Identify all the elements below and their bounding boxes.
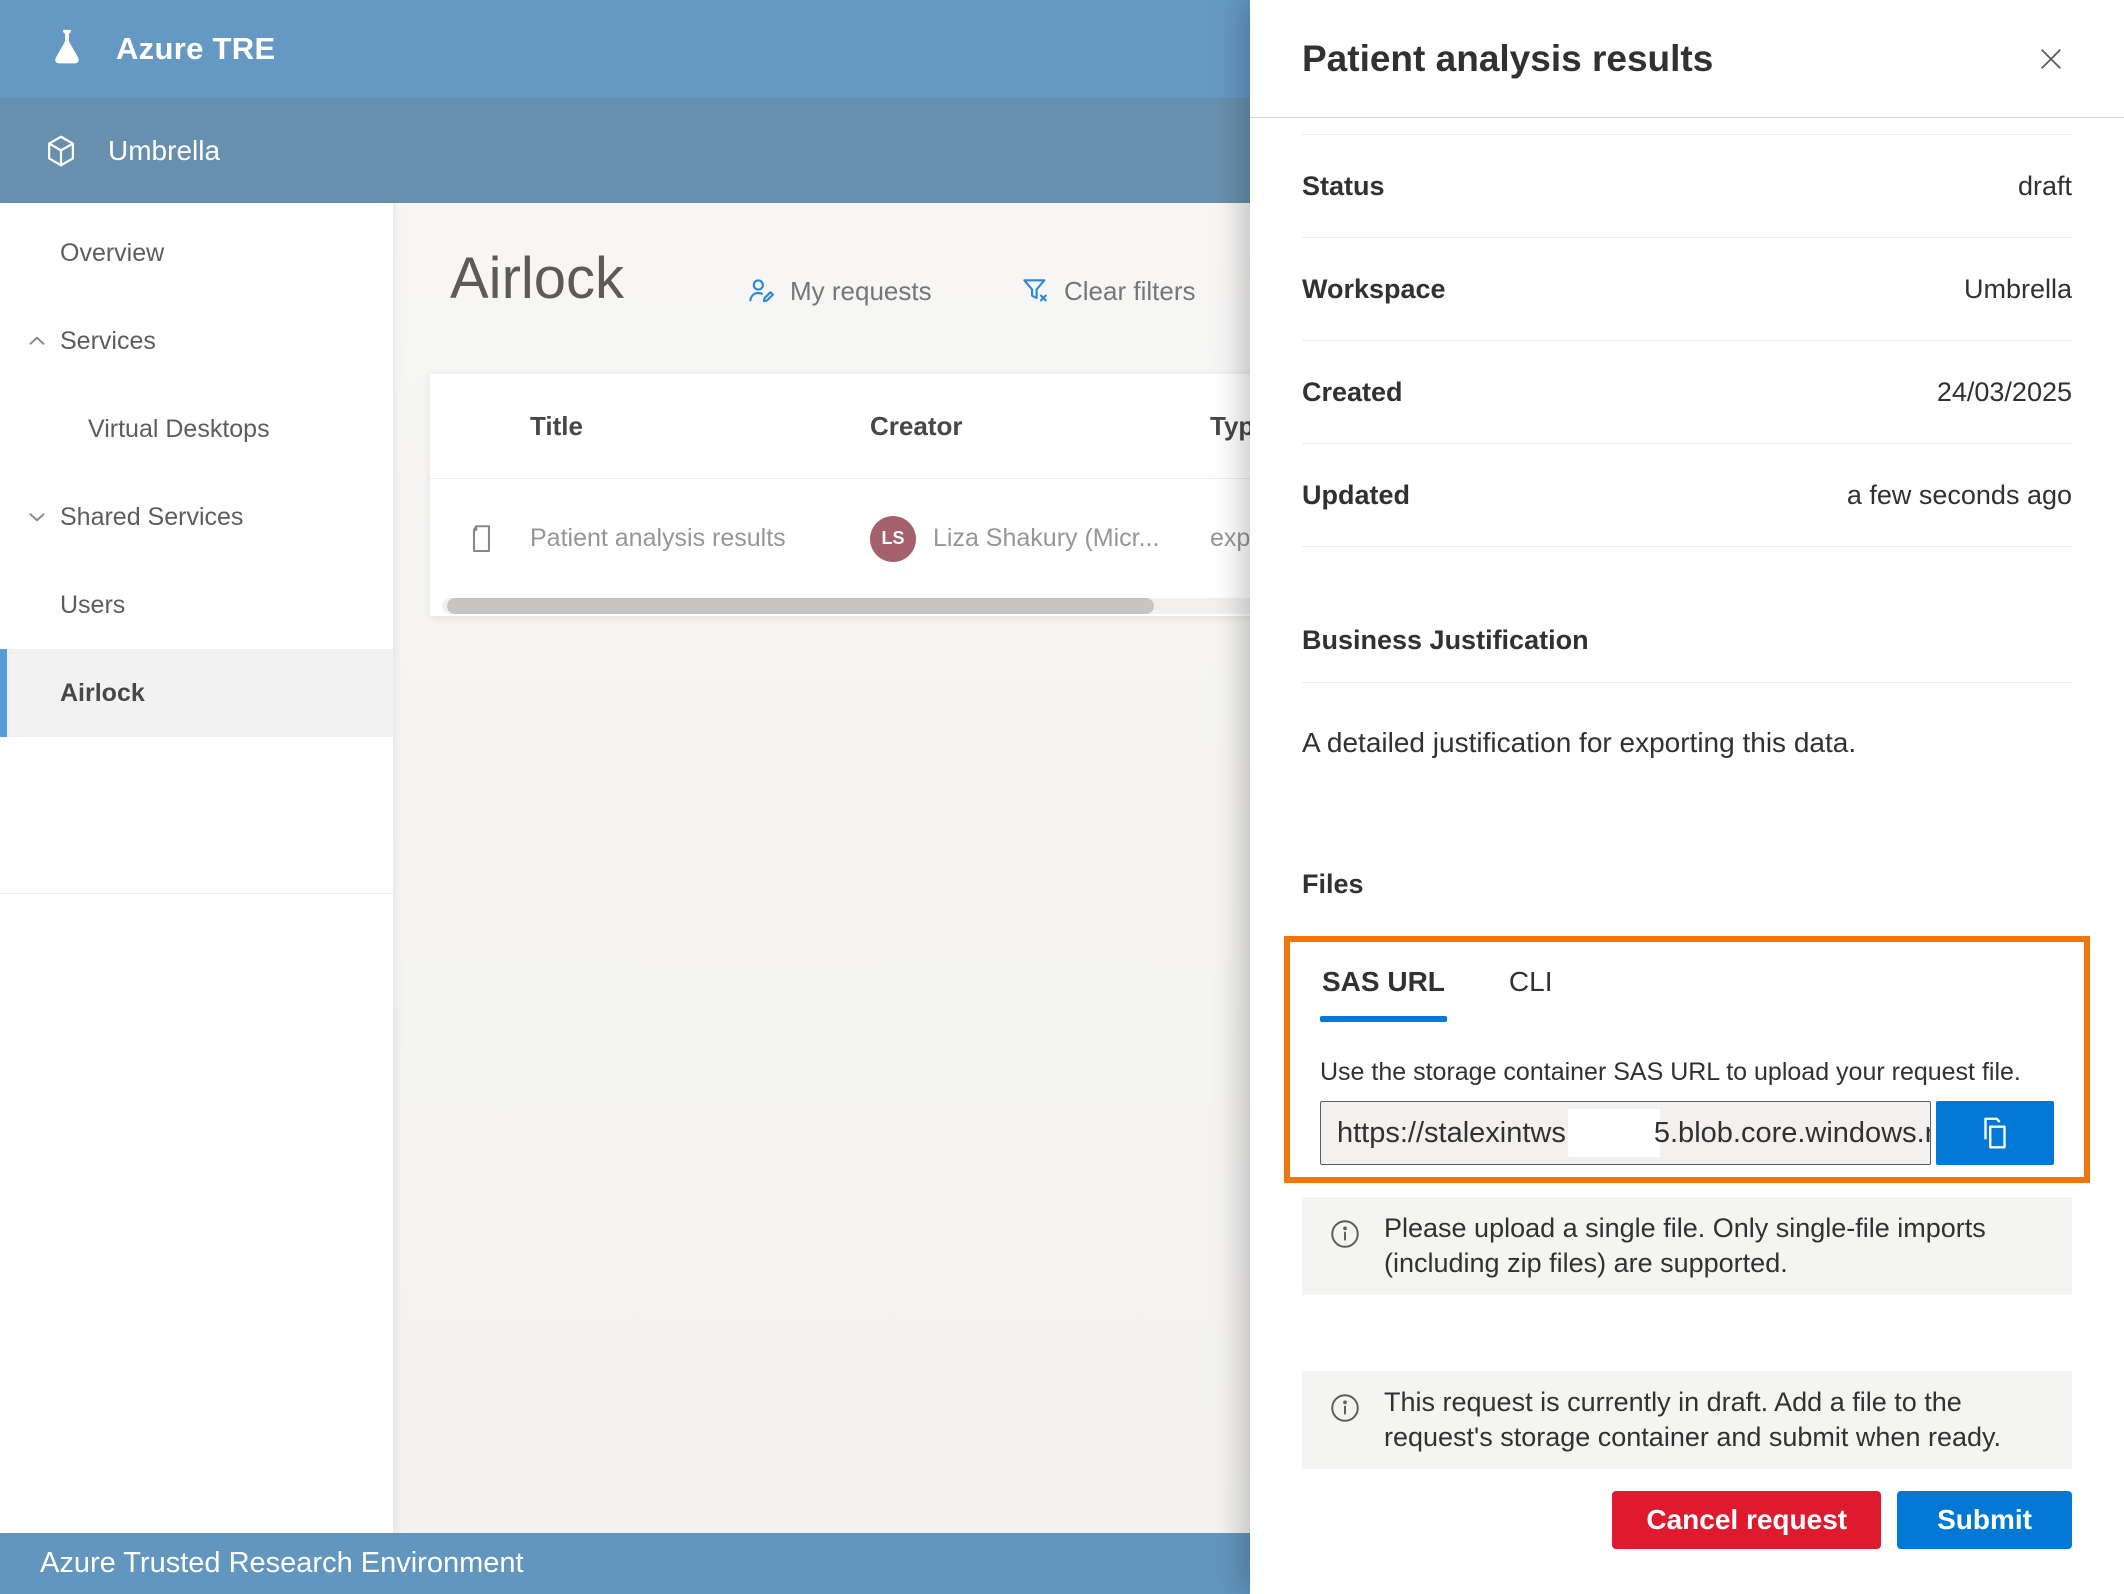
highlight-box: SAS URL CLI Use the storage container SA… — [1284, 936, 2090, 1183]
field-workspace: Workspace Umbrella — [1302, 238, 2072, 341]
app-title: Azure TRE — [116, 31, 275, 67]
status-value: draft — [2018, 171, 2072, 202]
scrollbar-thumb[interactable] — [447, 598, 1154, 614]
sidebar-item-label: Virtual Desktops — [88, 415, 270, 444]
sas-url-instruction: Use the storage container SAS URL to upl… — [1320, 1058, 2054, 1087]
sidebar-item-shared-services[interactable]: Shared Services — [0, 473, 393, 561]
sidebar-item-overview[interactable]: Overview — [0, 209, 393, 297]
field-label: Updated — [1302, 480, 1410, 511]
cancel-request-button[interactable]: Cancel request — [1612, 1491, 1881, 1549]
submit-button[interactable]: Submit — [1897, 1491, 2072, 1549]
my-requests-button[interactable]: My requests — [745, 275, 932, 307]
copy-button[interactable] — [1936, 1101, 2054, 1165]
info-message-draft: This request is currently in draft. Add … — [1302, 1371, 2072, 1469]
tab-cli[interactable]: CLI — [1509, 966, 1553, 1006]
business-justification-heading: Business Justification — [1302, 625, 2072, 656]
sidebar-item-airlock[interactable]: Airlock — [0, 649, 393, 737]
field-created: Created 24/03/2025 — [1302, 341, 2072, 444]
panel-header: Patient analysis results — [1250, 0, 2124, 118]
copy-icon — [1976, 1114, 2014, 1152]
sidebar-item-label: Airlock — [60, 679, 145, 708]
created-value: 24/03/2025 — [1937, 377, 2072, 408]
business-justification-text: A detailed justification for exporting t… — [1302, 727, 2072, 759]
info-icon — [1328, 1391, 1362, 1455]
request-fields: Status draft Workspace Umbrella Created … — [1302, 134, 2072, 547]
files-heading: Files — [1302, 869, 2072, 900]
field-updated: Updated a few seconds ago — [1302, 444, 2072, 547]
chevron-up-icon[interactable] — [24, 328, 50, 354]
creator-name: Liza Shakury (Micr... — [933, 524, 1159, 553]
clear-filters-button[interactable]: Clear filters — [1019, 275, 1195, 307]
sidebar-item-label: Services — [60, 327, 156, 356]
field-label: Status — [1302, 171, 1385, 202]
panel-title: Patient analysis results — [1302, 38, 1713, 80]
tab-sas-url[interactable]: SAS URL — [1322, 966, 1445, 1006]
close-icon[interactable] — [2030, 38, 2072, 80]
creator-cell: LS Liza Shakury (Micr... — [870, 516, 1210, 562]
sas-url-row: https://stalexintws 5.blob.core.windows.… — [1320, 1101, 2054, 1165]
sas-url-prefix: https://stalexintws — [1337, 1117, 1566, 1150]
app-screen: Azure TRE Umbrella Overview Services Vir… — [0, 0, 2124, 1594]
info-message-text: This request is currently in draft. Add … — [1384, 1385, 2046, 1455]
avatar: LS — [870, 516, 916, 562]
field-label: Created — [1302, 377, 1403, 408]
field-label: Workspace — [1302, 274, 1446, 305]
filter-clear-icon — [1019, 275, 1051, 307]
column-header-creator[interactable]: Creator — [870, 411, 1210, 442]
sas-url-input[interactable]: https://stalexintws 5.blob.core.windows.… — [1320, 1101, 1931, 1165]
sidebar-item-label: Users — [60, 591, 125, 620]
request-title-cell: Patient analysis results — [530, 524, 870, 553]
sidebar-nav: Overview Services Virtual Desktops Share… — [0, 203, 393, 1533]
footer-label: Azure Trusted Research Environment — [40, 1547, 524, 1580]
my-requests-label: My requests — [790, 276, 932, 307]
chevron-down-icon[interactable] — [24, 504, 50, 530]
section-divider — [1302, 682, 2072, 683]
redacted-region — [1568, 1109, 1660, 1157]
flask-icon — [44, 26, 90, 72]
workspace-value: Umbrella — [1964, 274, 2072, 305]
sidebar-divider — [0, 893, 393, 894]
sidebar-item-services[interactable]: Services — [0, 297, 393, 385]
sidebar-item-label: Shared Services — [60, 503, 243, 532]
person-edit-icon — [745, 275, 777, 307]
cube-icon — [42, 132, 80, 170]
info-message-text: Please upload a single file. Only single… — [1384, 1211, 2046, 1281]
info-icon — [1328, 1217, 1362, 1281]
files-tabs: SAS URL CLI — [1320, 966, 2054, 1006]
updated-value: a few seconds ago — [1847, 480, 2072, 511]
workspace-name: Umbrella — [108, 135, 220, 167]
page-title: Airlock — [450, 245, 624, 312]
panel-actions: Cancel request Submit — [1302, 1491, 2072, 1549]
sidebar-item-virtual-desktops[interactable]: Virtual Desktops — [0, 385, 393, 473]
sas-url-suffix: 5.blob.core.windows.net/0... — [1654, 1117, 1931, 1150]
sidebar-item-label: Overview — [60, 239, 164, 268]
document-icon — [462, 521, 498, 557]
sidebar-item-users[interactable]: Users — [0, 561, 393, 649]
clear-filters-label: Clear filters — [1064, 276, 1195, 307]
field-status: Status draft — [1302, 135, 2072, 238]
column-header-title[interactable]: Title — [530, 411, 870, 442]
request-details-panel: Patient analysis results Status draft Wo… — [1250, 0, 2124, 1594]
info-message-upload: Please upload a single file. Only single… — [1302, 1197, 2072, 1295]
